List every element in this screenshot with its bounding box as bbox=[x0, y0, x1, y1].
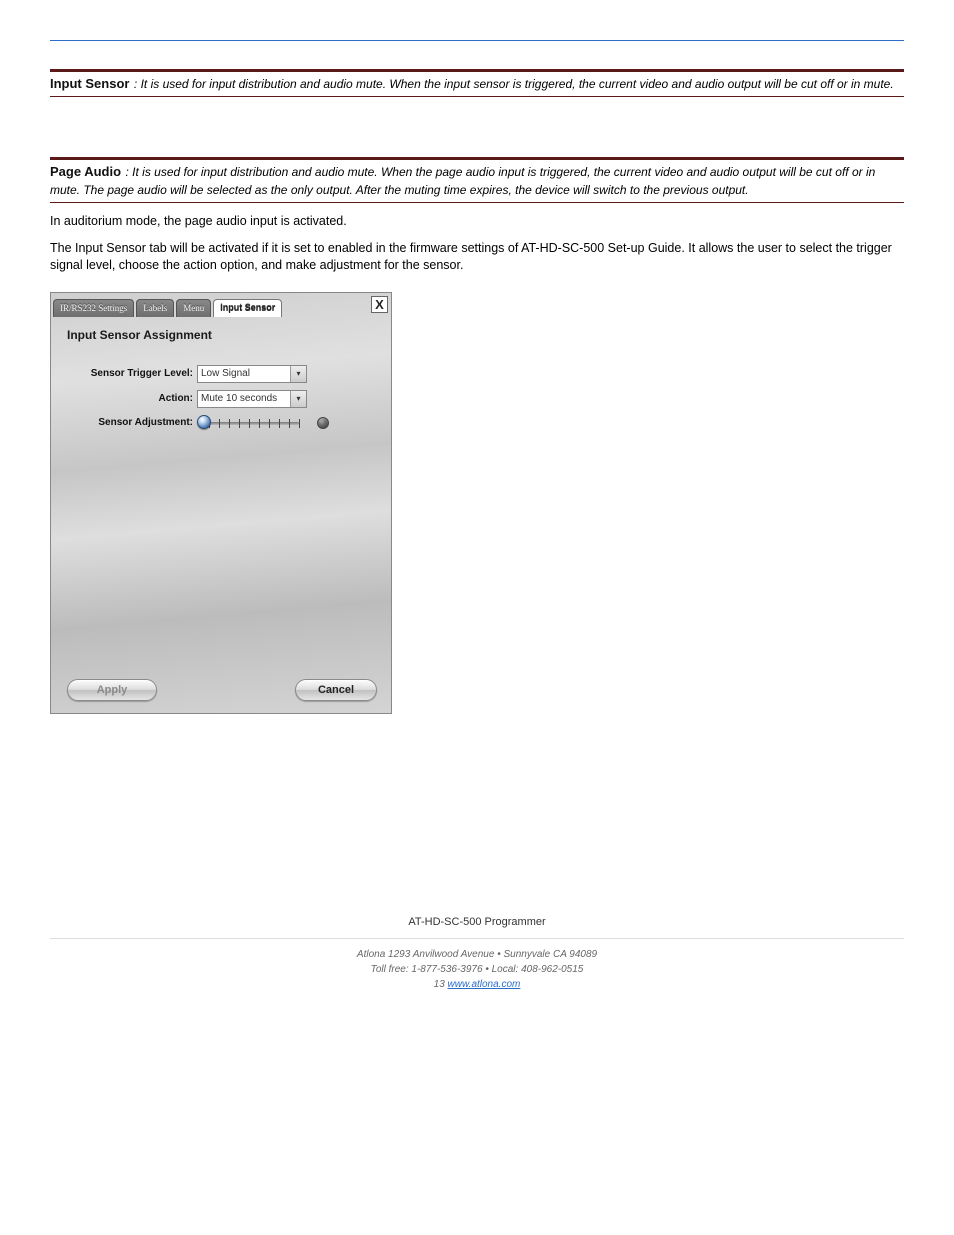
maroon-rule-bot-1 bbox=[50, 96, 904, 97]
chevron-down-icon: ▾ bbox=[290, 366, 306, 382]
slider-tick bbox=[299, 419, 300, 428]
paragraph-auditorium: In auditorium mode, the page audio input… bbox=[50, 213, 904, 230]
slider-tick bbox=[239, 419, 240, 428]
section-input-sensor: Input Sensor : It is used for input dist… bbox=[50, 69, 904, 97]
page-footer: AT-HD-SC-500 Programmer Atlona 1293 Anvi… bbox=[50, 914, 904, 993]
section-title-input-sensor: Input Sensor bbox=[50, 76, 129, 91]
combo-action[interactable]: Mute 10 seconds ▾ bbox=[197, 390, 307, 408]
tab-ir-rs232-settings[interactable]: IR/RS232 Settings bbox=[53, 299, 134, 317]
top-blue-rule bbox=[50, 40, 904, 41]
slider-tick bbox=[229, 419, 230, 428]
combo-sensor-trigger-level[interactable]: Low Signal ▾ bbox=[197, 365, 307, 383]
maroon-rule-bot-2 bbox=[50, 202, 904, 203]
footer-rule bbox=[50, 938, 904, 939]
panel-title: Input Sensor Assignment bbox=[67, 328, 212, 342]
close-icon: X bbox=[375, 297, 384, 312]
footer-phone: Toll free: 1-877-536-3976 • Local: 408-9… bbox=[50, 962, 904, 977]
section-title-page-audio: Page Audio bbox=[50, 164, 121, 179]
slider-tick bbox=[249, 419, 250, 428]
slider-tick bbox=[289, 419, 290, 428]
section-desc-page-audio: It is used for input distribution and au… bbox=[50, 165, 875, 197]
slider-thumb[interactable] bbox=[197, 415, 211, 429]
button-label: Cancel bbox=[318, 684, 354, 696]
footer-link[interactable]: www.atlona.com bbox=[448, 979, 521, 990]
slider-tick bbox=[259, 419, 260, 428]
section-page-audio: Page Audio : It is used for input distri… bbox=[50, 157, 904, 203]
tab-bar: IR/RS232 Settings Labels Menu Input Sens… bbox=[53, 295, 389, 317]
label-sensor-trigger-level: Sensor Trigger Level: bbox=[51, 368, 193, 379]
tab-label: Input Sensor bbox=[220, 303, 275, 313]
slider-tick bbox=[219, 419, 220, 428]
sensor-led-icon bbox=[317, 417, 329, 429]
screenshot-input-sensor-tab: IR/RS232 Settings Labels Menu Input Sens… bbox=[50, 292, 392, 714]
combo-value: Low Signal bbox=[201, 368, 250, 379]
close-button[interactable]: X bbox=[371, 296, 388, 313]
label-action: Action: bbox=[51, 393, 193, 404]
slider-sensor-adjustment[interactable] bbox=[197, 415, 307, 431]
tab-label: Labels bbox=[143, 303, 167, 313]
tab-labels[interactable]: Labels bbox=[136, 299, 174, 317]
label-sensor-adjustment: Sensor Adjustment: bbox=[51, 417, 193, 428]
slider-tick bbox=[269, 419, 270, 428]
tab-label: IR/RS232 Settings bbox=[60, 303, 127, 313]
footer-product: AT-HD-SC-500 Programmer bbox=[50, 914, 904, 931]
slider-tick bbox=[279, 419, 280, 428]
paragraph-input-sensor-tab: The Input Sensor tab will be activated i… bbox=[50, 240, 904, 274]
tab-label: Menu bbox=[183, 303, 204, 313]
chevron-down-icon: ▾ bbox=[290, 391, 306, 407]
button-label: Apply bbox=[97, 684, 128, 696]
section-desc-input-sensor: It is used for input distribution and au… bbox=[141, 77, 894, 91]
footer-address: Atlona 1293 Anvilwood Avenue • Sunnyvale… bbox=[50, 947, 904, 962]
combo-value: Mute 10 seconds bbox=[201, 393, 277, 404]
cancel-button[interactable]: Cancel bbox=[295, 679, 377, 701]
tab-menu[interactable]: Menu bbox=[176, 299, 211, 317]
tab-input-sensor[interactable]: Input Sensor bbox=[213, 299, 282, 317]
apply-button[interactable]: Apply bbox=[67, 679, 157, 701]
